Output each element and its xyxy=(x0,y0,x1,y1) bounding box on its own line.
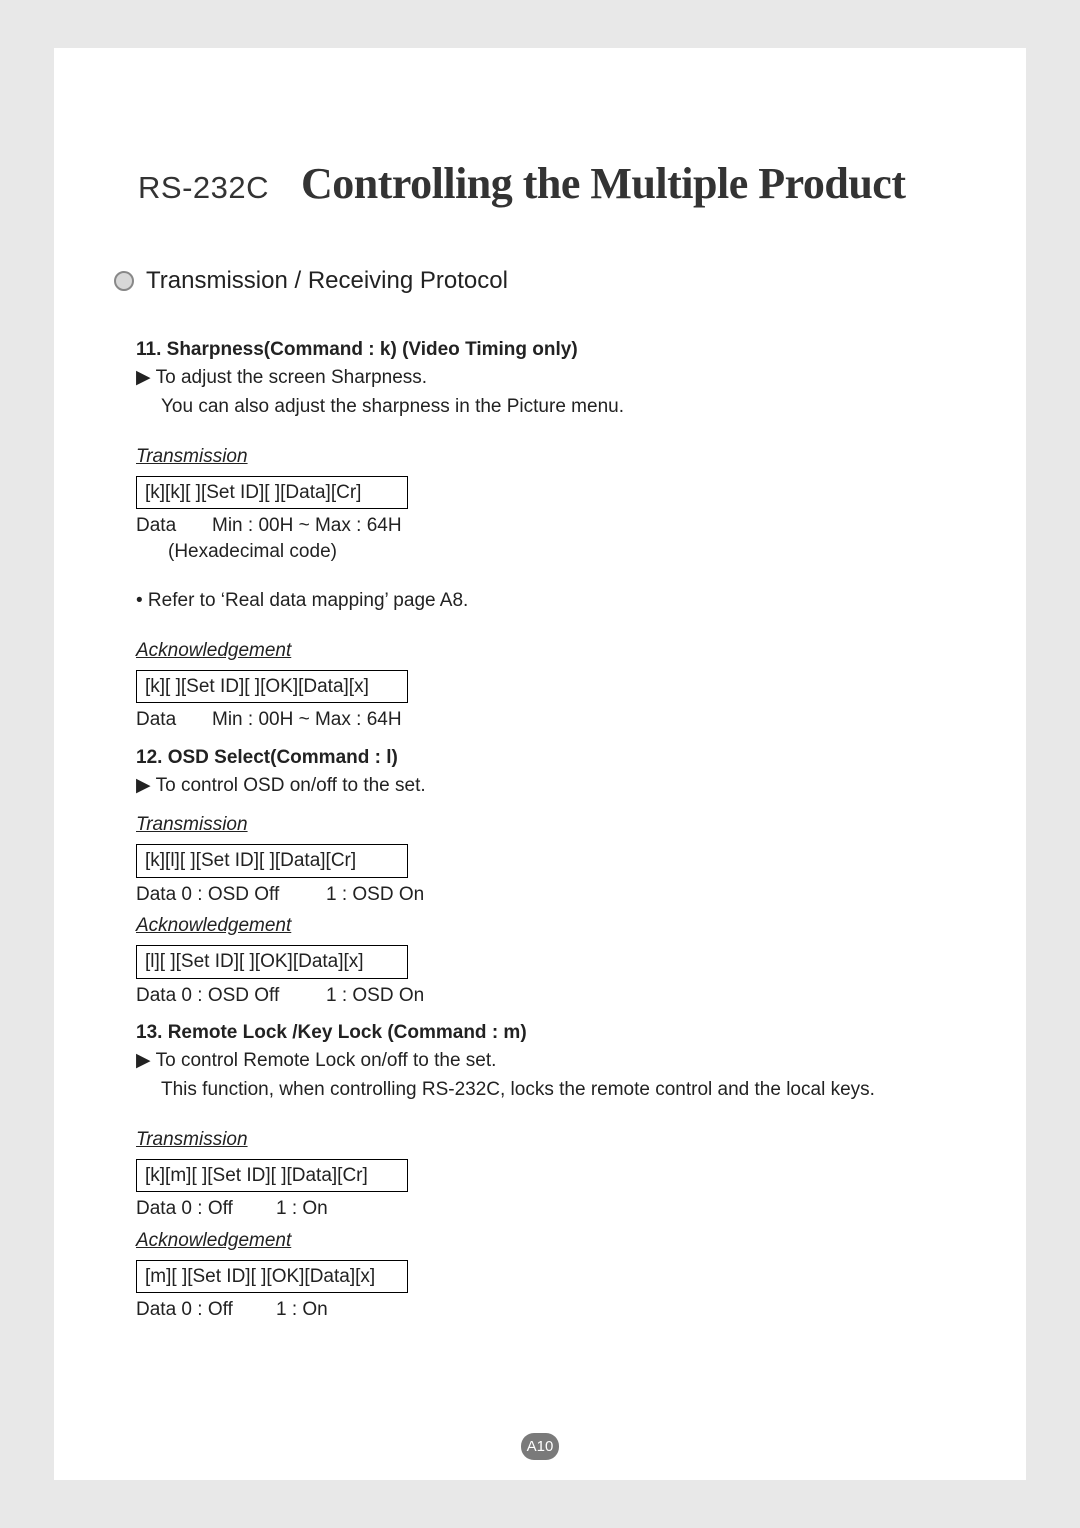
cmd13-trans-label: Transmission xyxy=(136,1127,958,1153)
cmd11-trans-box: [k][k][ ][Set ID][ ][Data][Cr] xyxy=(136,476,408,510)
command-12-block: 12. OSD Select(Command : l) ▶ To control… xyxy=(136,745,958,1008)
cmd12-ack-data-col2: 1 : OSD On xyxy=(326,983,424,1009)
content-body: 11. Sharpness(Command : k) (Video Timing… xyxy=(136,337,958,1323)
cmd11-desc1-row: ▶ To adjust the screen Sharpness. xyxy=(136,365,958,391)
cmd11-ack-data-label: Data xyxy=(136,707,212,733)
cmd13-desc1-row: ▶ To control Remote Lock on/off to the s… xyxy=(136,1048,958,1074)
cmd11-trans-label: Transmission xyxy=(136,444,958,470)
cmd11-ack-data-row: Data Min : 00H ~ Max : 64H xyxy=(136,707,958,733)
cmd12-title: 12. OSD Select(Command : l) xyxy=(136,745,958,771)
header-title: Controlling the Multiple Product xyxy=(301,158,906,209)
cmd11-ack-box: [k][ ][Set ID][ ][OK][Data][x] xyxy=(136,670,408,704)
cmd12-ack-label: Acknowledgement xyxy=(136,913,958,939)
triangle-icon: ▶ xyxy=(136,773,151,799)
cmd13-trans-data-col2: 1 : On xyxy=(276,1196,328,1222)
section-title: Transmission / Receiving Protocol xyxy=(146,267,508,295)
cmd13-trans-box: [k][m][ ][Set ID][ ][Data][Cr] xyxy=(136,1159,408,1193)
cmd13-ack-data-col2: 1 : On xyxy=(276,1297,328,1323)
cmd11-trans-data-row: Data Min : 00H ~ Max : 64H xyxy=(136,513,958,539)
cmd12-desc1-row: ▶ To control OSD on/off to the set. xyxy=(136,773,958,799)
bullet-icon xyxy=(114,271,134,291)
cmd11-ack-data-val: Min : 00H ~ Max : 64H xyxy=(212,707,402,733)
cmd11-desc1: To adjust the screen Sharpness. xyxy=(156,365,427,391)
cmd13-trans-data-row: Data 0 : Off 1 : On xyxy=(136,1196,958,1222)
cmd11-trans-data-val: Min : 00H ~ Max : 64H xyxy=(212,513,402,539)
cmd12-trans-data-col2: 1 : OSD On xyxy=(326,882,424,908)
cmd11-trans-data-label: Data xyxy=(136,513,212,539)
cmd12-ack-box: [l][ ][Set ID][ ][OK][Data][x] xyxy=(136,945,408,979)
cmd13-title: 13. Remote Lock /Key Lock (Command : m) xyxy=(136,1020,958,1046)
triangle-icon: ▶ xyxy=(136,365,151,391)
cmd11-title: 11. Sharpness(Command : k) (Video Timing… xyxy=(136,337,958,363)
cmd11-ack-label: Acknowledgement xyxy=(136,638,958,664)
command-13-block: 13. Remote Lock /Key Lock (Command : m) … xyxy=(136,1020,958,1323)
cmd13-ack-box: [m][ ][Set ID][ ][OK][Data][x] xyxy=(136,1260,408,1294)
cmd13-ack-data-col1: Data 0 : Off xyxy=(136,1297,276,1323)
document-page: RS-232C Controlling the Multiple Product… xyxy=(54,48,1026,1480)
page-header: RS-232C Controlling the Multiple Product xyxy=(138,158,958,209)
cmd11-refer: • Refer to ‘Real data mapping’ page A8. xyxy=(136,588,958,614)
cmd12-trans-box: [k][l][ ][Set ID][ ][Data][Cr] xyxy=(136,844,408,878)
cmd13-trans-data-col1: Data 0 : Off xyxy=(136,1196,276,1222)
header-subtitle: RS-232C xyxy=(138,170,269,206)
cmd12-trans-label: Transmission xyxy=(136,812,958,838)
cmd12-ack-data-col1: Data 0 : OSD Off xyxy=(136,983,326,1009)
cmd13-ack-label: Acknowledgement xyxy=(136,1228,958,1254)
cmd13-desc1: To control Remote Lock on/off to the set… xyxy=(156,1048,497,1074)
cmd13-ack-data-row: Data 0 : Off 1 : On xyxy=(136,1297,958,1323)
command-11-block: 11. Sharpness(Command : k) (Video Timing… xyxy=(136,337,958,733)
cmd12-desc1: To control OSD on/off to the set. xyxy=(156,773,426,799)
cmd11-desc2: You can also adjust the sharpness in the… xyxy=(161,394,958,420)
cmd12-trans-data-row: Data 0 : OSD Off 1 : OSD On xyxy=(136,882,958,908)
triangle-icon: ▶ xyxy=(136,1048,151,1074)
cmd12-ack-data-row: Data 0 : OSD Off 1 : OSD On xyxy=(136,983,958,1009)
cmd11-trans-data-note: (Hexadecimal code) xyxy=(168,539,958,565)
page-number-badge: A10 xyxy=(521,1433,559,1460)
cmd12-trans-data-col1: Data 0 : OSD Off xyxy=(136,882,326,908)
cmd13-desc2: This function, when controlling RS-232C,… xyxy=(161,1077,958,1103)
section-header: Transmission / Receiving Protocol xyxy=(114,267,958,295)
